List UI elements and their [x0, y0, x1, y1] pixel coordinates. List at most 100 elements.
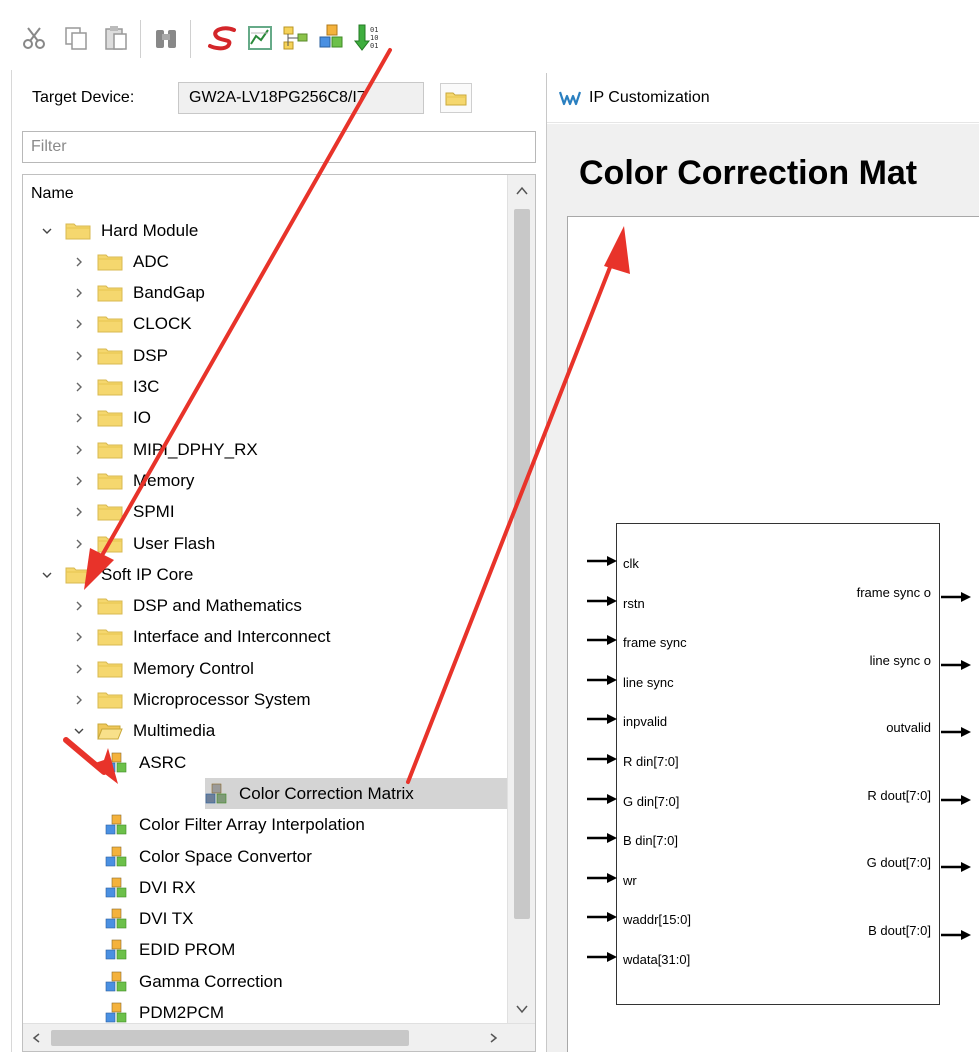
- timing-icon[interactable]: [244, 22, 276, 54]
- scroll-up-icon[interactable]: [515, 185, 529, 197]
- chevron-right-icon[interactable]: [73, 506, 85, 518]
- tree-folder-item[interactable]: Hard Module: [23, 215, 509, 246]
- tree-item-label: EDID PROM: [139, 940, 236, 960]
- input-port-label: line sync: [623, 674, 674, 690]
- chevron-right-icon[interactable]: [73, 412, 85, 424]
- chevron-down-icon[interactable]: [73, 725, 85, 737]
- scroll-right-icon[interactable]: [487, 1032, 499, 1044]
- target-device-field[interactable]: GW2A-LV18PG256C8/I7: [178, 82, 424, 114]
- tree-item-label: Color Correction Matrix: [239, 783, 414, 803]
- input-port-arrow: [585, 949, 617, 962]
- output-port-arrow: [939, 927, 979, 940]
- tree-folder-item[interactable]: DSP: [23, 340, 509, 371]
- scroll-down-icon[interactable]: [515, 1003, 529, 1015]
- output-port-label: line sync o: [869, 652, 931, 668]
- tree-item-label: Memory Control: [133, 658, 254, 678]
- tree-item-label: Gamma Correction: [139, 971, 283, 991]
- tree-folder-item[interactable]: Soft IP Core: [23, 559, 509, 590]
- ip-core-item[interactable]: DVI RX: [23, 872, 509, 903]
- tree-folder-item[interactable]: DSP and Mathematics: [23, 591, 509, 622]
- input-port-arrow: [585, 593, 617, 606]
- chevron-right-icon[interactable]: [73, 600, 85, 612]
- ip-core-item[interactable]: EDID PROM: [23, 935, 509, 966]
- synthesize-icon[interactable]: [206, 22, 238, 54]
- tree-item-label: DVI RX: [139, 877, 196, 897]
- cut-icon[interactable]: [18, 22, 50, 54]
- output-port-label: R dout[7:0]: [867, 787, 931, 803]
- vertical-scrollbar[interactable]: [507, 175, 535, 1023]
- tree-folder-item[interactable]: SPMI: [23, 497, 509, 528]
- chevron-down-icon[interactable]: [41, 569, 53, 581]
- tree-folder-item[interactable]: I3C: [23, 372, 509, 403]
- chevron-right-icon[interactable]: [73, 318, 85, 330]
- ip-core-item[interactable]: Color Space Convertor: [23, 841, 509, 872]
- chevron-right-icon[interactable]: [73, 444, 85, 456]
- tree-folder-item[interactable]: Microprocessor System: [23, 685, 509, 716]
- tree-item-label: Color Filter Array Interpolation: [139, 815, 365, 835]
- browse-folder-button[interactable]: [440, 83, 472, 113]
- horizontal-scroll-thumb[interactable]: [51, 1030, 409, 1046]
- tree-item-label: BandGap: [133, 283, 205, 303]
- ip-core-item[interactable]: Gamma Correction: [23, 966, 509, 997]
- input-port-label: rstn: [623, 595, 645, 611]
- tree-folder-item[interactable]: User Flash: [23, 528, 509, 559]
- scroll-left-icon[interactable]: [31, 1032, 43, 1044]
- input-port-arrow: [585, 553, 617, 566]
- tree-folder-item[interactable]: Multimedia: [23, 716, 509, 747]
- folder-icon: [97, 471, 123, 491]
- chevron-right-icon[interactable]: [73, 538, 85, 550]
- chevron-right-icon[interactable]: [73, 381, 85, 393]
- find-icon[interactable]: [150, 22, 182, 54]
- program-device-icon[interactable]: 01 10 01: [352, 22, 384, 54]
- input-port-arrow: [585, 751, 617, 764]
- tree-item-label: Soft IP Core: [101, 564, 194, 584]
- target-device-label: Target Device:: [32, 89, 135, 106]
- ip-core-item[interactable]: Color Correction Matrix: [205, 778, 509, 810]
- tree-item-label: CLOCK: [133, 314, 192, 334]
- input-port-label: G din[7:0]: [623, 793, 680, 809]
- hierarchy-icon[interactable]: [280, 22, 312, 54]
- ip-core-item[interactable]: ASRC: [23, 747, 509, 778]
- vertical-scroll-thumb[interactable]: [514, 209, 530, 919]
- chevron-right-icon[interactable]: [73, 287, 85, 299]
- ip-customization-titlebar: IP Customization: [547, 73, 979, 123]
- tree-folder-item[interactable]: Memory: [23, 465, 509, 496]
- chevron-right-icon[interactable]: [73, 350, 85, 362]
- tree-folder-item[interactable]: CLOCK: [23, 309, 509, 340]
- tree-folder-item[interactable]: BandGap: [23, 278, 509, 309]
- chevron-right-icon[interactable]: [73, 694, 85, 706]
- tree-item-label: User Flash: [133, 533, 216, 553]
- toolbar-separator: [140, 20, 141, 58]
- output-port-arrow: [939, 859, 979, 873]
- tree-folder-item[interactable]: MIPI_DPHY_RX: [23, 434, 509, 465]
- chevron-right-icon[interactable]: [73, 475, 85, 487]
- input-port-label: waddr[15:0]: [623, 912, 691, 928]
- tree-item-label: SPMI: [133, 502, 175, 522]
- paste-icon[interactable]: [100, 22, 132, 54]
- toolbar: 01 10 01: [0, 0, 979, 68]
- tree-folder-item[interactable]: ADC: [23, 246, 509, 277]
- chevron-down-icon[interactable]: [41, 225, 53, 237]
- horizontal-scrollbar[interactable]: [23, 1023, 535, 1051]
- chevron-right-icon[interactable]: [73, 663, 85, 675]
- tree-folder-item[interactable]: Interface and Interconnect: [23, 622, 509, 653]
- ip-block-symbol: clk rstn frame sync line sync inpvalid R din[…: [587, 523, 971, 1005]
- tree-item-label: DSP and Mathematics: [133, 596, 302, 616]
- ip-cube-icon: [205, 783, 229, 805]
- tree-item-label: Interface and Interconnect: [133, 627, 331, 647]
- tree-folder-item[interactable]: IO: [23, 403, 509, 434]
- folder-icon: [97, 627, 123, 647]
- folder-icon: [97, 690, 123, 710]
- folder-icon: [97, 283, 123, 303]
- ip-tree[interactable]: Name Hard Module ADC BandGap CLOCK DSP I3C IO M…: [22, 174, 536, 1052]
- tree-folder-item[interactable]: Memory Control: [23, 653, 509, 684]
- ip-core-item[interactable]: DVI TX: [23, 904, 509, 935]
- ip-core-item[interactable]: Color Filter Array Interpolation: [23, 810, 509, 841]
- copy-icon[interactable]: [60, 22, 92, 54]
- ip-cube-icon: [105, 971, 129, 993]
- filter-input[interactable]: [22, 131, 536, 163]
- chevron-right-icon[interactable]: [73, 631, 85, 643]
- tree-item-label: ADC: [133, 251, 169, 271]
- chevron-right-icon[interactable]: [73, 256, 85, 268]
- ip-core-icon[interactable]: [316, 22, 348, 54]
